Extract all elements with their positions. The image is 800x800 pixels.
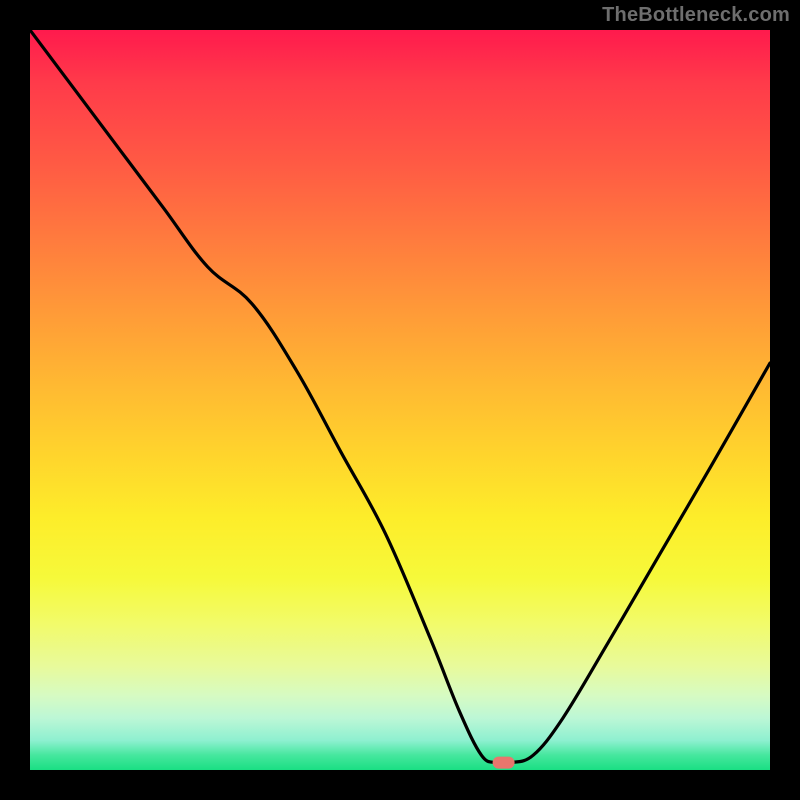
chart-svg bbox=[30, 30, 770, 770]
frame-bottom bbox=[0, 770, 800, 800]
watermark-text: TheBottleneck.com bbox=[602, 4, 790, 27]
plot-area bbox=[30, 30, 770, 770]
frame-right bbox=[770, 0, 800, 800]
optimal-point-marker bbox=[493, 757, 515, 769]
frame-left bbox=[0, 0, 30, 800]
bottleneck-curve bbox=[30, 30, 770, 764]
